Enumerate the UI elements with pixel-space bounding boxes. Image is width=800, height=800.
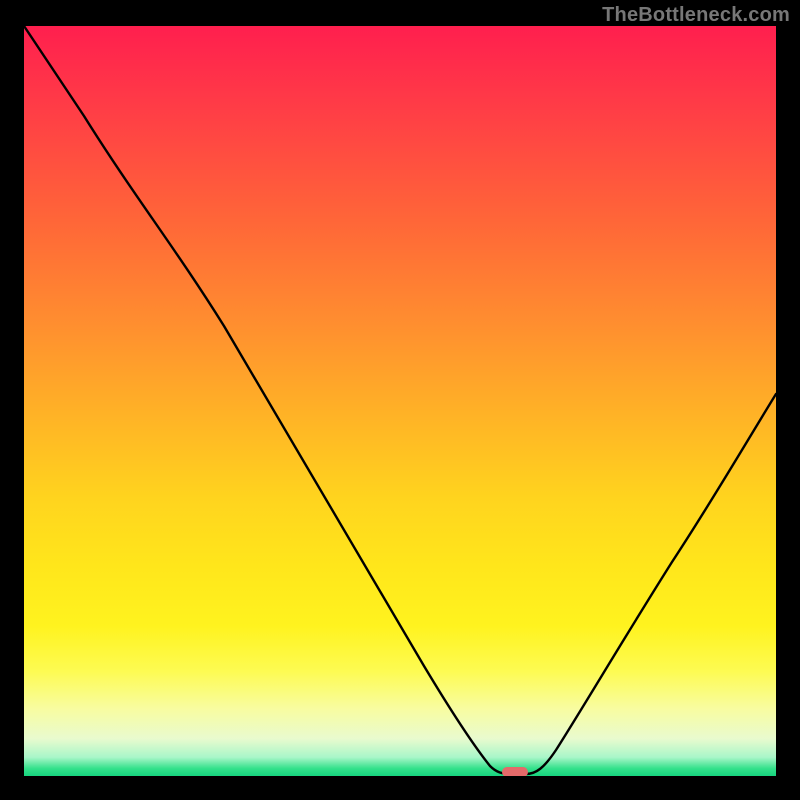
curve-svg [24, 26, 776, 776]
watermark-text: TheBottleneck.com [602, 4, 790, 27]
min-marker [502, 767, 528, 776]
bottleneck-curve-path [24, 26, 776, 774]
plot-area [24, 26, 776, 776]
chart-frame: TheBottleneck.com [0, 0, 800, 800]
